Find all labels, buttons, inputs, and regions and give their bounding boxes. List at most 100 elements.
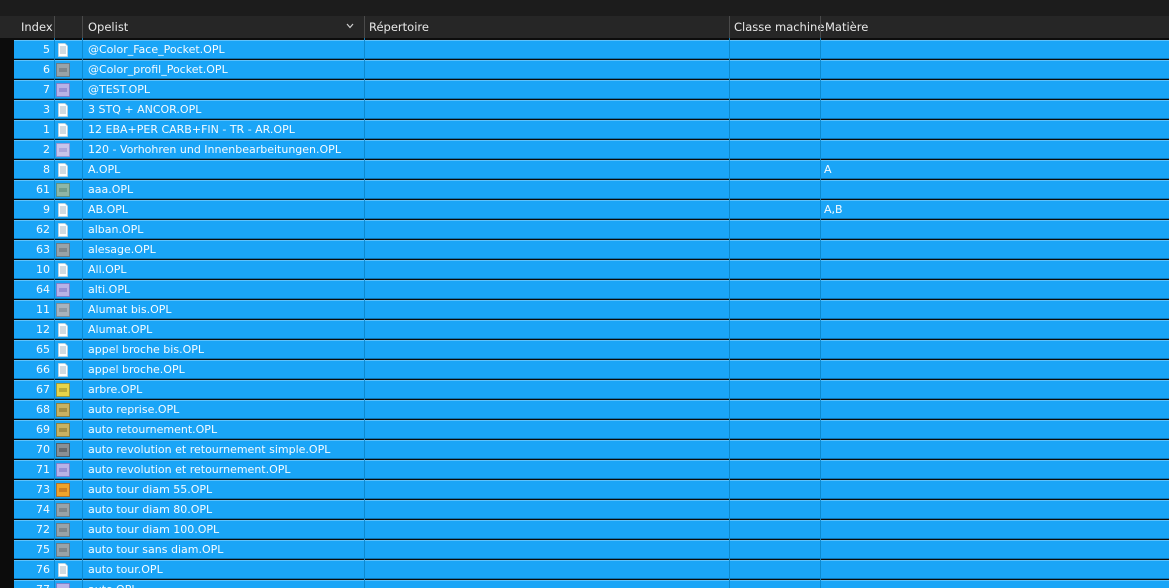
gold-thumbnail-icon bbox=[56, 403, 70, 417]
table-row[interactable]: 2 120 - Vorhohren und Innenbearbeitungen.… bbox=[14, 140, 1169, 159]
row-opelist-name: @Color_profil_Pocket.OPL bbox=[88, 63, 228, 76]
column-gridline bbox=[820, 38, 821, 588]
table-row[interactable]: 75 auto tour sans diam.OPL bbox=[14, 540, 1169, 559]
column-header-repertoire[interactable]: Répertoire bbox=[369, 16, 429, 38]
table-body: 5 @Color_Face_Pocket.OPL 6 @Color_profil_Po… bbox=[0, 38, 1169, 588]
sort-chevron-down-icon[interactable] bbox=[346, 22, 354, 30]
column-header-index[interactable]: Index bbox=[21, 16, 53, 38]
table-row[interactable]: 67 arbre.OPL bbox=[14, 380, 1169, 399]
row-index: 63 bbox=[36, 243, 50, 256]
table-row[interactable]: 8 A.OPL A bbox=[14, 160, 1169, 179]
table-row[interactable]: 65 appel broche bis.OPL bbox=[14, 340, 1169, 359]
table-row[interactable]: 10 All.OPL bbox=[14, 260, 1169, 279]
row-index: 65 bbox=[36, 343, 50, 356]
row-opelist-name: A.OPL bbox=[88, 163, 121, 176]
column-divider[interactable] bbox=[729, 16, 730, 38]
green-thumbnail-icon bbox=[56, 183, 70, 197]
row-index: 73 bbox=[36, 483, 50, 496]
row-index: 76 bbox=[36, 563, 50, 576]
document-icon bbox=[58, 163, 68, 177]
table-row[interactable]: 61 aaa.OPL bbox=[14, 180, 1169, 199]
purple-thumbnail-icon bbox=[56, 583, 70, 588]
document-icon bbox=[58, 263, 68, 277]
document-icon bbox=[58, 103, 68, 117]
yellow-thumbnail-icon bbox=[56, 383, 70, 397]
document-icon bbox=[58, 123, 68, 137]
row-index: 6 bbox=[43, 63, 50, 76]
table-row[interactable]: 76 auto tour.OPL bbox=[14, 560, 1169, 579]
row-index: 66 bbox=[36, 363, 50, 376]
document-icon bbox=[58, 203, 68, 217]
gray-thumbnail-icon bbox=[56, 503, 70, 517]
table-row[interactable]: 3 3 STQ + ANCOR.OPL bbox=[14, 100, 1169, 119]
row-opelist-name: arbre.OPL bbox=[88, 383, 143, 396]
table-row[interactable]: 63 alesage.OPL bbox=[14, 240, 1169, 259]
lavender-thumbnail-icon bbox=[56, 143, 70, 157]
row-opelist-name: 12 EBA+PER CARB+FIN - TR - AR.OPL bbox=[88, 123, 295, 136]
dark-thumbnail-icon bbox=[56, 443, 70, 457]
row-index: 5 bbox=[43, 43, 50, 56]
orange-thumbnail-icon bbox=[56, 483, 70, 497]
table-row[interactable]: 12 Alumat.OPL bbox=[14, 320, 1169, 339]
row-index: 3 bbox=[43, 103, 50, 116]
document-icon bbox=[58, 563, 68, 577]
column-header-classe-machine[interactable]: Classe machine bbox=[734, 16, 824, 38]
row-index: 11 bbox=[36, 303, 50, 316]
column-divider[interactable] bbox=[82, 16, 83, 38]
table-row[interactable]: 6 @Color_profil_Pocket.OPL bbox=[14, 60, 1169, 79]
row-opelist-name: appel broche.OPL bbox=[88, 363, 185, 376]
row-opelist-name: alesage.OPL bbox=[88, 243, 156, 256]
column-divider[interactable] bbox=[364, 16, 365, 38]
document-icon bbox=[58, 43, 68, 57]
row-index: 75 bbox=[36, 543, 50, 556]
table-row[interactable]: 64 alti.OPL bbox=[14, 280, 1169, 299]
sphere-thumbnail-icon bbox=[56, 303, 70, 317]
column-divider[interactable] bbox=[820, 16, 821, 38]
row-index: 72 bbox=[36, 523, 50, 536]
table-row[interactable]: 74 auto tour diam 80.OPL bbox=[14, 500, 1169, 519]
row-index: 2 bbox=[43, 143, 50, 156]
table-row[interactable]: 7 @TEST.OPL bbox=[14, 80, 1169, 99]
column-divider[interactable] bbox=[54, 16, 55, 38]
column-gridline bbox=[54, 38, 55, 588]
table-row[interactable]: 77 auto.OPL bbox=[14, 580, 1169, 588]
gray-thumbnail-icon bbox=[56, 63, 70, 77]
gray-thumbnail-icon bbox=[56, 243, 70, 257]
row-opelist-name: All.OPL bbox=[88, 263, 127, 276]
table-row[interactable]: 1 12 EBA+PER CARB+FIN - TR - AR.OPL bbox=[14, 120, 1169, 139]
table-row[interactable]: 72 auto tour diam 100.OPL bbox=[14, 520, 1169, 539]
row-opelist-name: @TEST.OPL bbox=[88, 83, 150, 96]
gold-thumbnail-icon bbox=[56, 423, 70, 437]
document-icon bbox=[58, 363, 68, 377]
table-row[interactable]: 71 auto revolution et retournement.OPL bbox=[14, 460, 1169, 479]
document-icon bbox=[58, 323, 68, 337]
gray-thumbnail-icon bbox=[56, 543, 70, 557]
table-row[interactable]: 68 auto reprise.OPL bbox=[14, 400, 1169, 419]
row-opelist-name: auto tour diam 80.OPL bbox=[88, 503, 213, 516]
table-row[interactable]: 62 alban.OPL bbox=[14, 220, 1169, 239]
row-opelist-name: 3 STQ + ANCOR.OPL bbox=[88, 103, 202, 116]
table-row[interactable]: 70 auto revolution et retournement simple… bbox=[14, 440, 1169, 459]
row-matiere: A bbox=[824, 163, 832, 176]
row-index: 7 bbox=[43, 83, 50, 96]
row-opelist-name: Alumat.OPL bbox=[88, 323, 153, 336]
row-index: 10 bbox=[36, 263, 50, 276]
table-row[interactable]: 66 appel broche.OPL bbox=[14, 360, 1169, 379]
row-opelist-name: auto tour diam 55.OPL bbox=[88, 483, 213, 496]
row-opelist-name: 120 - Vorhohren und Innenbearbeitungen.O… bbox=[88, 143, 341, 156]
row-opelist-name: auto revolution et retournement simple.O… bbox=[88, 443, 331, 456]
row-index: 12 bbox=[36, 323, 50, 336]
table-row[interactable]: 11 Alumat bis.OPL bbox=[14, 300, 1169, 319]
table-row[interactable]: 9 AB.OPL A,B bbox=[14, 200, 1169, 219]
column-header-matiere[interactable]: Matière bbox=[825, 16, 868, 38]
row-opelist-name: AB.OPL bbox=[88, 203, 128, 216]
table-row[interactable]: 73 auto tour diam 55.OPL bbox=[14, 480, 1169, 499]
table-row[interactable]: 69 auto retournement.OPL bbox=[14, 420, 1169, 439]
column-gridline bbox=[729, 38, 730, 588]
table-row[interactable]: 5 @Color_Face_Pocket.OPL bbox=[14, 40, 1169, 59]
row-index: 1 bbox=[43, 123, 50, 136]
column-header-opelist[interactable]: Opelist bbox=[88, 16, 128, 38]
row-opelist-name: auto reprise.OPL bbox=[88, 403, 180, 416]
row-index: 74 bbox=[36, 503, 50, 516]
row-opelist-name: aaa.OPL bbox=[88, 183, 134, 196]
